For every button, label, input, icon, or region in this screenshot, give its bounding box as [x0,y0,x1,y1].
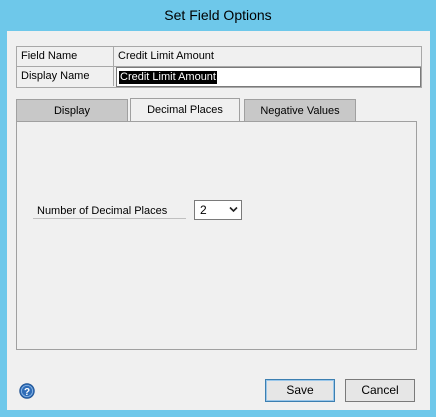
display-name-row: Display Name Credit Limit Amount [17,67,421,87]
tab-decimal-places[interactable]: Decimal Places [130,98,240,122]
display-name-selected-text[interactable]: Credit Limit Amount [119,71,217,84]
tab-display-label: Display [53,105,91,117]
chevron-down-icon [229,206,238,213]
display-name-label: Display Name [21,70,90,82]
save-button-label: Save [286,383,314,397]
row-divider [113,67,114,86]
tab-decimal-places-label: Decimal Places [147,104,223,116]
decimal-places-selected-value: 2 [200,203,207,217]
field-info-table: Field Name Credit Limit Amount Display N… [16,46,422,88]
svg-text:?: ? [24,387,30,398]
field-name-row: Field Name Credit Limit Amount [17,47,421,67]
titlebar-edge [430,0,436,31]
field-name-label: Field Name [21,50,78,62]
window-title[interactable]: Set Field Options [0,0,436,31]
display-name-input[interactable]: Credit Limit Amount [116,67,421,87]
save-button[interactable]: Save [265,379,335,402]
decimal-places-panel: Number of Decimal Places 2 [16,121,417,350]
decimal-places-label: Number of Decimal Places [37,205,168,217]
decimal-places-select[interactable]: 2 [194,200,242,220]
dialog-client: Field Name Credit Limit Amount Display N… [7,31,430,410]
cancel-button-label: Cancel [361,383,399,397]
row-divider [113,47,114,66]
tab-negative-values[interactable]: Negative Values [244,99,356,121]
dialog-window: Set Field Options Field Name Credit Limi… [0,0,436,417]
help-icon[interactable]: ? [19,383,35,399]
field-name-value: Credit Limit Amount [118,50,214,62]
tab-display[interactable]: Display [16,99,128,121]
cancel-button[interactable]: Cancel [345,379,415,402]
tab-negative-values-label: Negative Values [260,105,340,117]
label-underline [33,218,186,219]
